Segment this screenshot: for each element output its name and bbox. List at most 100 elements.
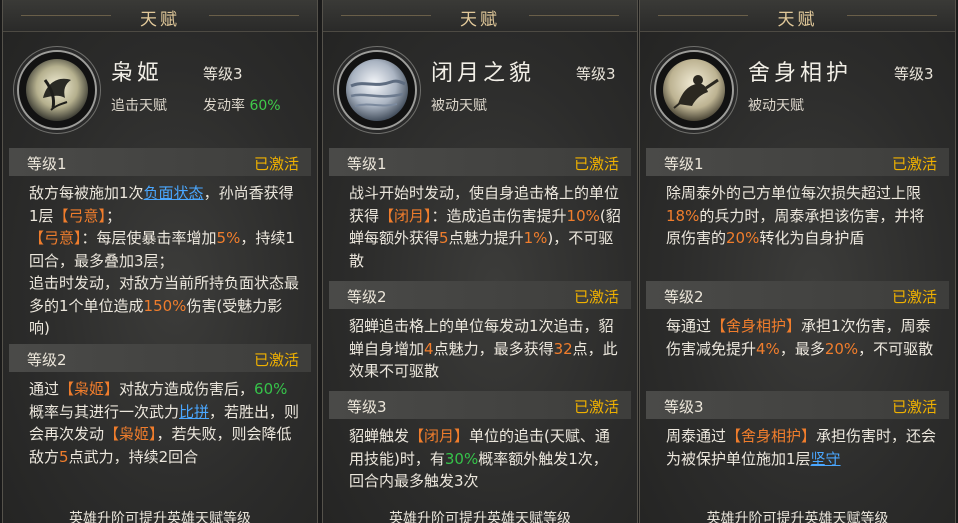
level-2-description: 貂蝉追击格上的单位每发动1次追击，貂蝉自身增加4点魅力，最多获得32点，此效果不… bbox=[349, 315, 621, 383]
highlight-text: 5 bbox=[439, 229, 449, 247]
level-label: 等级1 bbox=[664, 155, 704, 173]
description-text: 点武力，持续2回合 bbox=[68, 447, 199, 466]
description-text: 点魅力提升 bbox=[448, 229, 524, 247]
highlight-text: 20% bbox=[726, 229, 760, 247]
highlight-text: 20% bbox=[824, 339, 859, 358]
trigger-rate-value: 60% bbox=[249, 98, 281, 114]
level-label: 等级3 bbox=[664, 398, 704, 416]
panel-header: 天赋 bbox=[3, 0, 317, 32]
highlight-text: 【枭姬】 bbox=[59, 380, 120, 398]
highlight-text: 10% bbox=[566, 206, 600, 225]
level-1-description: 敌方每被施加1次负面状态，孙尚香获得1层【弓意】； 【弓意】：每层使暴击率增加5%… bbox=[29, 182, 301, 340]
owl-talent-icon[interactable] bbox=[17, 50, 97, 130]
talent-panels: 天赋 枭姬 等级3 追击天赋 发动率 60% 等级1 已激活 敌方每被施加1次负… bbox=[0, 0, 958, 523]
level-2-header: 等级2 已激活 bbox=[646, 281, 949, 309]
level-3-description: 貂蝉触发【闭月】单位的追击(天赋、通用技能)时，有30%概率额外触发1次，回合内… bbox=[349, 425, 621, 493]
level-label: 等级2 bbox=[27, 351, 67, 369]
highlight-text: 30% bbox=[444, 449, 479, 468]
panel-title: 天赋 bbox=[777, 10, 818, 30]
highlight-text: 5% bbox=[216, 229, 241, 247]
level-3-header: 等级3 已激活 bbox=[646, 391, 949, 419]
highlight-text: 【闭月】 bbox=[379, 206, 432, 225]
level-label: 等级3 bbox=[347, 398, 387, 416]
description-text: 点魅力，最多获得 bbox=[433, 339, 554, 358]
highlight-text: 【枭姬】 bbox=[104, 425, 157, 443]
keyword-link[interactable]: 负面状态 bbox=[144, 184, 204, 202]
highlight-text: 4% bbox=[756, 339, 780, 358]
level-2-description: 通过【枭姬】对敌方造成伤害后，60%概率与其进行一次武力比拼，若胜出，则会再次发… bbox=[29, 378, 301, 468]
moon-talent-icon[interactable] bbox=[337, 50, 417, 130]
status-activated: 已激活 bbox=[891, 288, 937, 306]
highlight-text: 【闭月】 bbox=[409, 427, 470, 445]
keyword-link[interactable]: 比拼 bbox=[179, 403, 209, 421]
highlight-text: 【舍身相护】 bbox=[711, 317, 802, 335]
level-label: 等级2 bbox=[664, 288, 704, 306]
status-activated: 已激活 bbox=[573, 288, 619, 306]
level-1-header: 等级1 已激活 bbox=[646, 148, 949, 176]
status-activated: 已激活 bbox=[573, 398, 619, 416]
highlight-text: 4 bbox=[424, 339, 434, 358]
talent-name: 闭月之貌 bbox=[431, 61, 536, 86]
description-text: 通过 bbox=[29, 380, 60, 398]
description-text: ，最多 bbox=[779, 339, 825, 358]
talent-name: 舍身相护 bbox=[748, 61, 853, 86]
highlight-text: 5 bbox=[59, 447, 69, 466]
talent-panel-2: 天赋 闭月之貌 等级3 被动天赋 等级1 已激活 战斗开始时发动，使自身追击格上… bbox=[322, 0, 638, 523]
level-1-header: 等级1 已激活 bbox=[9, 148, 311, 176]
footer-note: 英雄升阶可提升英雄天赋等级 bbox=[706, 511, 889, 523]
highlight-text: 【舍身相护】 bbox=[726, 427, 817, 445]
panel-header: 天赋 bbox=[640, 0, 955, 32]
highlight-text: 1% bbox=[523, 229, 548, 247]
level-2-header: 等级2 已激活 bbox=[9, 344, 311, 372]
status-activated: 已激活 bbox=[253, 351, 299, 369]
level-3-header: 等级3 已激活 bbox=[329, 391, 631, 419]
level-label: 等级1 bbox=[347, 155, 387, 173]
description-text: ：造成追击伤害提升 bbox=[431, 206, 567, 225]
trigger-rate: 发动率 60% bbox=[203, 98, 281, 114]
highlight-text: 【弓意】 bbox=[29, 229, 82, 247]
keyword-link[interactable]: 坚守 bbox=[811, 450, 841, 468]
talent-level: 等级3 bbox=[894, 65, 934, 83]
talent-panel-1: 天赋 枭姬 等级3 追击天赋 发动率 60% 等级1 已激活 敌方每被施加1次负… bbox=[2, 0, 318, 523]
description-text: 貂蝉触发 bbox=[349, 427, 410, 445]
talent-type: 追击天赋 bbox=[111, 98, 167, 114]
talent-type: 被动天赋 bbox=[748, 98, 804, 114]
panel-header: 天赋 bbox=[323, 0, 637, 32]
description-text: 敌方每被施加1次 bbox=[29, 184, 144, 202]
level-label: 等级1 bbox=[27, 155, 67, 173]
description-text: 对敌方造成伤害后， bbox=[119, 380, 255, 398]
panel-title: 天赋 bbox=[140, 10, 180, 30]
status-activated: 已激活 bbox=[253, 155, 299, 173]
description-text: 周泰通过 bbox=[666, 427, 727, 445]
footer-note: 英雄升阶可提升英雄天赋等级 bbox=[389, 511, 571, 523]
description-text: ； bbox=[106, 206, 122, 225]
description-text: ：每层使暴击率增加 bbox=[81, 229, 217, 247]
status-activated: 已激活 bbox=[891, 398, 937, 416]
status-activated: 已激活 bbox=[891, 155, 937, 173]
level-label: 等级2 bbox=[347, 288, 387, 306]
panel-title: 天赋 bbox=[460, 10, 500, 30]
level-1-header: 等级1 已激活 bbox=[329, 148, 631, 176]
level-1-description: 战斗开始时发动，使自身追击格上的单位获得【闭月】：造成追击伤害提升10%(貂蝉每… bbox=[349, 182, 621, 272]
highlight-text: 60% bbox=[254, 380, 288, 398]
level-3-description: 周泰通过【舍身相护】承担伤害时，还会为被保护单位施加1层坚守 bbox=[666, 425, 938, 470]
description-text: 概率与其进行一次武力 bbox=[29, 402, 180, 421]
status-activated: 已激活 bbox=[573, 155, 619, 173]
talent-name: 枭姬 bbox=[111, 61, 164, 86]
level-2-description: 每通过【舍身相护】承担1次伤害，周泰伤害减免提升4%，最多20%，不可驱散 bbox=[666, 315, 938, 360]
level-2-header: 等级2 已激活 bbox=[329, 281, 631, 309]
level-1-description: 除周泰外的己方单位每次损失超过上限18%的兵力时，周泰承担该伤害，并将原伤害的2… bbox=[666, 182, 938, 250]
description-text: ，不可驱散 bbox=[858, 339, 934, 358]
description-text: 转化为自身护盾 bbox=[759, 229, 865, 247]
highlight-text: 32 bbox=[553, 339, 573, 358]
talent-panel-3: 天赋 舍身相护 等级3 被动天赋 等级1 已激活 除周泰外的己方单位每次损失超过… bbox=[639, 0, 956, 523]
highlight-text: 18% bbox=[666, 206, 700, 225]
highlight-text: 【弓意】 bbox=[53, 206, 107, 225]
talent-level: 等级3 bbox=[203, 65, 243, 83]
footer-note: 英雄升阶可提升英雄天赋等级 bbox=[69, 511, 251, 523]
description-text: 除周泰外的己方单位每次损失超过上限 bbox=[666, 184, 922, 202]
guardian-talent-icon[interactable] bbox=[654, 50, 734, 130]
description-text: 每通过 bbox=[666, 317, 712, 335]
talent-level: 等级3 bbox=[576, 65, 616, 83]
highlight-text: 150% bbox=[143, 296, 187, 315]
